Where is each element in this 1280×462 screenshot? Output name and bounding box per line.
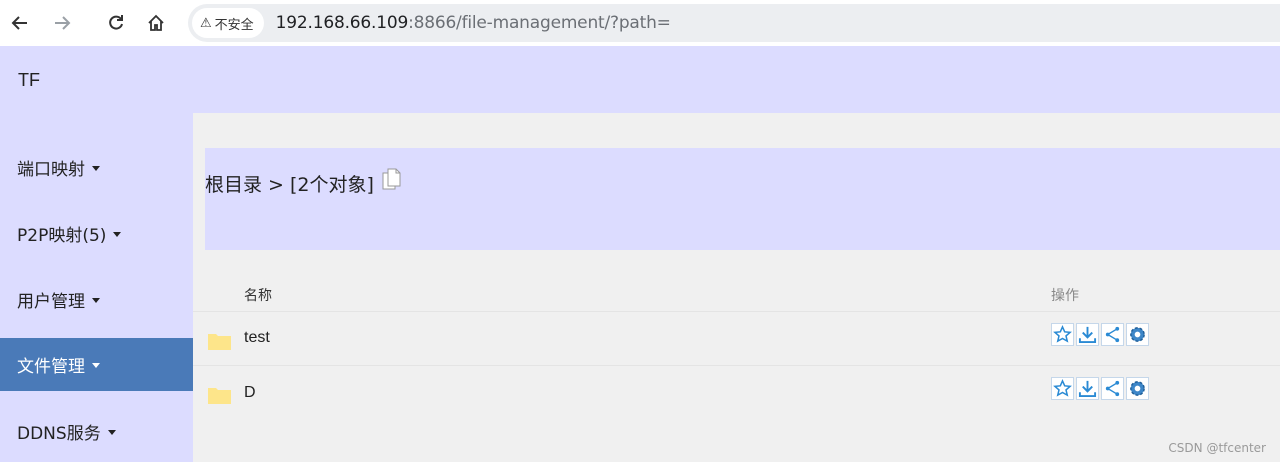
forward-arrow-icon[interactable] bbox=[48, 9, 76, 37]
row-divider bbox=[193, 311, 1280, 312]
reload-icon[interactable] bbox=[102, 9, 130, 37]
folder-icon bbox=[208, 334, 231, 350]
watermark: CSDN @tfcenter bbox=[1168, 441, 1266, 455]
address-bar[interactable]: ⚠ 不安全 192.168.66.109:8866/file-managemen… bbox=[188, 4, 1280, 42]
warning-icon: ⚠ bbox=[200, 15, 212, 31]
download-button[interactable] bbox=[1076, 323, 1099, 346]
sidebar-item-port-mapping[interactable]: 端口映射 bbox=[0, 141, 193, 194]
url-text[interactable]: 192.168.66.109:8866/file-management/?pat… bbox=[276, 13, 671, 33]
caret-down-icon bbox=[92, 166, 100, 171]
row-actions bbox=[1051, 323, 1149, 346]
file-name[interactable]: test bbox=[244, 329, 270, 347]
breadcrumb-text[interactable]: 根目录 > [2个对象] bbox=[205, 170, 374, 197]
brand-logo[interactable]: TF bbox=[18, 70, 40, 91]
column-header-name: 名称 bbox=[244, 288, 272, 304]
sidebar-item-ddns[interactable]: DDNS服务 bbox=[0, 405, 193, 458]
caret-down-icon bbox=[107, 430, 116, 435]
security-badge[interactable]: ⚠ 不安全 bbox=[192, 8, 264, 38]
gear-icon bbox=[1130, 381, 1145, 396]
sidebar-item-label: 用户管理 bbox=[17, 292, 85, 312]
share-icon bbox=[1105, 326, 1120, 343]
row-actions bbox=[1051, 377, 1149, 400]
home-icon[interactable] bbox=[142, 9, 170, 37]
back-arrow-icon[interactable] bbox=[6, 9, 34, 37]
row-divider bbox=[193, 365, 1280, 366]
caret-down-icon bbox=[113, 232, 122, 237]
sidebar-item-label: 端口映射 bbox=[17, 160, 85, 180]
share-button[interactable] bbox=[1101, 323, 1124, 346]
table-row[interactable]: test bbox=[193, 311, 1280, 365]
star-icon bbox=[1053, 379, 1072, 397]
security-label: 不安全 bbox=[214, 17, 254, 33]
caret-down-icon bbox=[92, 298, 100, 303]
copy-icon[interactable] bbox=[382, 168, 402, 192]
browser-toolbar: ⚠ 不安全 192.168.66.109:8866/file-managemen… bbox=[0, 0, 1280, 46]
breadcrumb: 根目录 > [2个对象] bbox=[205, 168, 402, 197]
star-icon bbox=[1053, 325, 1072, 343]
favorite-star-button[interactable] bbox=[1051, 377, 1074, 400]
folder-icon bbox=[208, 388, 231, 404]
file-name[interactable]: D bbox=[244, 384, 256, 402]
app-header: TF bbox=[0, 46, 1280, 113]
sidebar-item-user-management[interactable]: 用户管理 bbox=[0, 273, 193, 326]
column-header-ops: 操作 bbox=[1051, 288, 1079, 304]
download-icon bbox=[1078, 380, 1097, 398]
breadcrumb-panel: 根目录 > [2个对象] bbox=[205, 148, 1280, 250]
sidebar-item-file-management[interactable]: 文件管理 bbox=[0, 338, 193, 391]
main-content: 根目录 > [2个对象] 名称 操作 test D bbox=[193, 113, 1280, 462]
share-button[interactable] bbox=[1101, 377, 1124, 400]
favorite-star-button[interactable] bbox=[1051, 323, 1074, 346]
settings-button[interactable] bbox=[1126, 377, 1149, 400]
caret-down-icon bbox=[92, 363, 100, 368]
download-button[interactable] bbox=[1076, 377, 1099, 400]
table-row[interactable]: D bbox=[193, 365, 1280, 419]
url-host: 192.168.66.109 bbox=[275, 13, 409, 33]
url-path: :8866/file-management/?path= bbox=[408, 13, 671, 33]
sidebar-item-label: DDNS服务 bbox=[17, 424, 101, 444]
sidebar-item-label: P2P映射(5) bbox=[17, 226, 107, 246]
share-icon bbox=[1105, 380, 1120, 397]
sidebar-item-label: 文件管理 bbox=[17, 357, 85, 377]
settings-button[interactable] bbox=[1126, 323, 1149, 346]
download-icon bbox=[1078, 326, 1097, 344]
sidebar-item-p2p-mapping[interactable]: P2P映射(5) bbox=[0, 207, 193, 260]
gear-icon bbox=[1130, 327, 1145, 342]
sidebar: 端口映射 P2P映射(5) 用户管理 文件管理 DDNS服务 bbox=[0, 113, 193, 462]
